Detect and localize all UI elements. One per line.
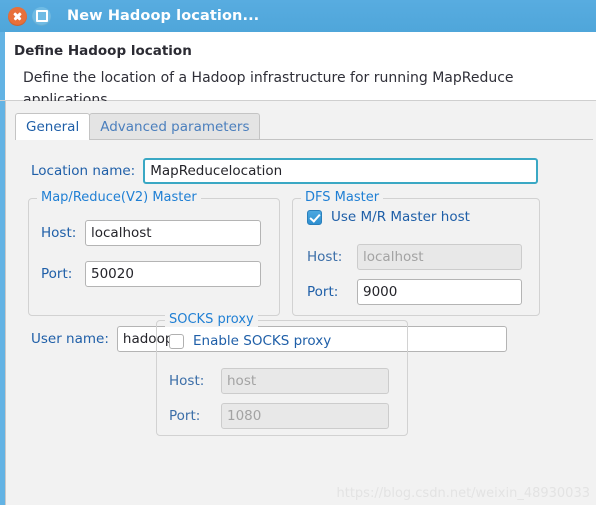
tab-general-label: General <box>26 119 80 135</box>
dialog-header: Define Hadoop location Define the locati… <box>0 32 596 108</box>
mapreduce-host-label: Host: <box>41 225 77 241</box>
dfs-port-row: Port: <box>307 279 522 305</box>
mapreduce-port-label: Port: <box>41 266 73 282</box>
socks-port-row: Port: <box>169 403 389 429</box>
window-title: New Hadoop location... <box>67 8 260 24</box>
dfs-host-input <box>357 244 522 270</box>
dfs-host-row: Host: <box>307 244 522 270</box>
title-bar: New Hadoop location... <box>0 0 596 32</box>
location-name-label: Location name: <box>31 163 136 179</box>
tab-advanced-parameters-label: Advanced parameters <box>100 119 250 135</box>
mapreduce-port-row: Port: <box>41 261 261 287</box>
socks-port-label: Port: <box>169 408 201 424</box>
socks-host-input <box>221 368 389 394</box>
mapreduce-master-group: Map/Reduce(V2) Master Host: Port: <box>28 190 280 316</box>
socks-port-input <box>221 403 389 429</box>
maximize-icon[interactable] <box>32 6 51 26</box>
checkbox-unchecked-icon[interactable] <box>169 333 184 349</box>
watermark: https://blog.csdn.net/weixin_48930033 <box>336 486 590 501</box>
mapreduce-port-input[interactable] <box>85 261 261 287</box>
socks-proxy-legend: SOCKS proxy <box>165 312 258 327</box>
dfs-host-label: Host: <box>307 249 343 265</box>
dialog-body: General Advanced parameters Location nam… <box>0 101 596 505</box>
dfs-master-legend: DFS Master <box>301 190 384 205</box>
socks-host-label: Host: <box>169 373 205 389</box>
page-title: Define Hadoop location <box>14 43 192 59</box>
dfs-port-input[interactable] <box>357 279 522 305</box>
location-name-input[interactable] <box>143 158 539 184</box>
dfs-use-mr-host-row[interactable]: Use M/R Master host <box>307 209 470 225</box>
close-icon[interactable] <box>8 6 27 26</box>
tab-advanced-parameters[interactable]: Advanced parameters <box>89 113 261 140</box>
dialog-window: New Hadoop location... Define Hadoop loc… <box>0 0 596 505</box>
mapreduce-host-input[interactable] <box>85 220 261 246</box>
dfs-port-label: Port: <box>307 284 339 300</box>
mapreduce-master-legend: Map/Reduce(V2) Master <box>37 190 201 205</box>
socks-enable-row[interactable]: Enable SOCKS proxy <box>169 333 331 349</box>
socks-host-row: Host: <box>169 368 389 394</box>
socks-enable-label: Enable SOCKS proxy <box>193 333 332 349</box>
user-name-label: User name: <box>31 331 109 347</box>
socks-proxy-group: SOCKS proxy Enable SOCKS proxy Host: Por… <box>156 312 408 436</box>
location-name-row: Location name: <box>31 158 539 184</box>
dfs-use-mr-host-label: Use M/R Master host <box>331 209 470 225</box>
tab-general[interactable]: General <box>15 113 91 140</box>
tab-panel-general: Location name: Map/Reduce(V2) Master Hos… <box>6 140 596 505</box>
dialog-body-inner: General Advanced parameters Location nam… <box>5 101 596 505</box>
checkbox-checked-icon[interactable] <box>307 209 322 225</box>
mapreduce-host-row: Host: <box>41 220 261 246</box>
tab-bar: General Advanced parameters <box>15 113 261 140</box>
dfs-master-group: DFS Master Use M/R Master host Host: Por… <box>292 190 540 316</box>
